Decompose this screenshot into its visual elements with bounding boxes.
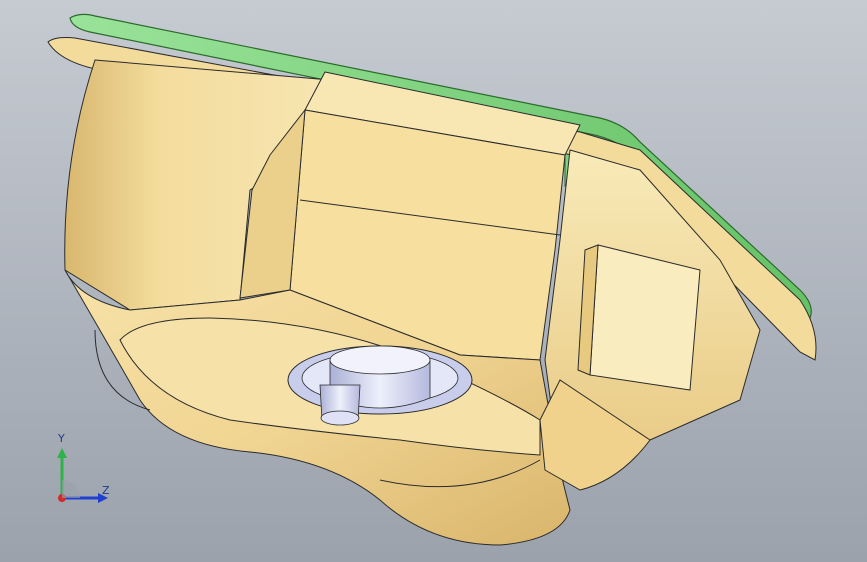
coordinate-triad: Y Z <box>40 432 120 516</box>
triad-axes-icon <box>57 448 108 503</box>
3d-model-view[interactable] <box>0 0 867 562</box>
axis-y-label: Y <box>58 432 65 445</box>
axis-z-label: Z <box>102 484 110 497</box>
part-body[interactable] <box>64 59 761 546</box>
graphics-viewport[interactable]: Y Z <box>0 0 867 562</box>
